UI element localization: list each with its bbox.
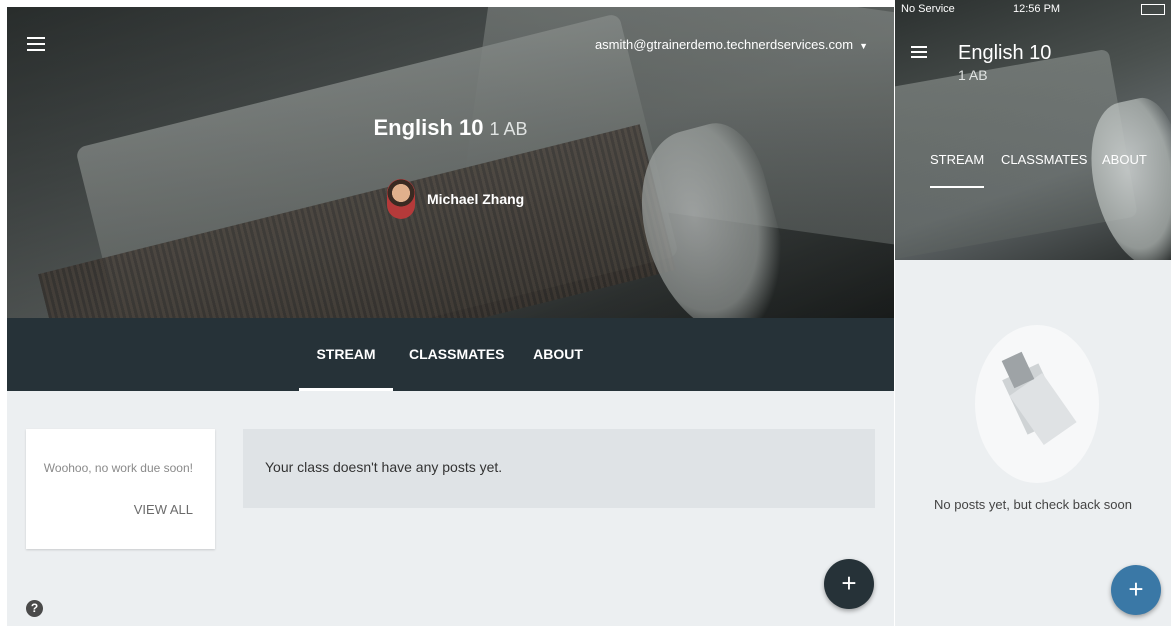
desktop-view: asmith@gtrainerdemo.technerdservices.com… [7, 7, 894, 626]
mobile-tab-about[interactable]: ABOUT [1102, 152, 1147, 167]
teacher-avatar [387, 179, 415, 219]
tab-classmates[interactable]: CLASSMATES [409, 318, 504, 391]
stream-empty-card: Your class doesn't have any posts yet. [243, 429, 875, 508]
mobile-menu-icon[interactable] [911, 46, 927, 58]
mobile-class-banner: No Service 12:56 PM English 10 1 AB STRE… [895, 0, 1171, 260]
status-time: 12:56 PM [1013, 3, 1061, 15]
class-banner: asmith@gtrainerdemo.technerdservices.com… [7, 7, 894, 318]
upcoming-card: Woohoo, no work due soon! VIEW ALL [26, 429, 215, 549]
empty-stream-illustration [975, 325, 1099, 483]
tab-bar: STREAM CLASSMATES ABOUT [7, 318, 894, 391]
stream-empty-text: Your class doesn't have any posts yet. [265, 459, 503, 475]
course-section: 1 AB [489, 119, 528, 139]
caret-down-icon: ▼ [859, 41, 868, 51]
battery-icon [1141, 4, 1165, 15]
teacher-name: Michael Zhang [427, 191, 525, 207]
mobile-tab-classmates[interactable]: CLASSMATES [1001, 152, 1087, 167]
teacher: Michael Zhang [387, 179, 524, 219]
mobile-view: No Service 12:56 PM English 10 1 AB STRE… [895, 0, 1171, 626]
mobile-course-section: 1 AB [958, 67, 988, 83]
mobile-course-name: English 10 [958, 42, 1052, 64]
tab-about[interactable]: ABOUT [525, 318, 591, 391]
course-name: English 10 [373, 115, 484, 140]
tab-stream[interactable]: STREAM [299, 318, 393, 391]
add-post-button[interactable]: + [824, 559, 874, 609]
status-carrier: No Service [901, 3, 955, 15]
mobile-empty-text: No posts yet, but check back soon [934, 497, 1132, 512]
account-email: asmith@gtrainerdemo.technerdservices.com [594, 37, 854, 52]
mobile-tab-stream[interactable]: STREAM [930, 152, 985, 188]
account-menu[interactable]: asmith@gtrainerdemo.technerdservices.com… [595, 37, 868, 52]
view-all-link[interactable]: VIEW ALL [134, 502, 193, 517]
menu-icon[interactable] [27, 37, 45, 51]
mobile-add-post-button[interactable]: + [1111, 565, 1161, 615]
status-bar: No Service 12:56 PM [895, 0, 1171, 18]
course-title: English 10 1 AB [7, 115, 894, 141]
help-icon[interactable]: ? [26, 600, 43, 617]
upcoming-message: Woohoo, no work due soon! [43, 461, 193, 475]
